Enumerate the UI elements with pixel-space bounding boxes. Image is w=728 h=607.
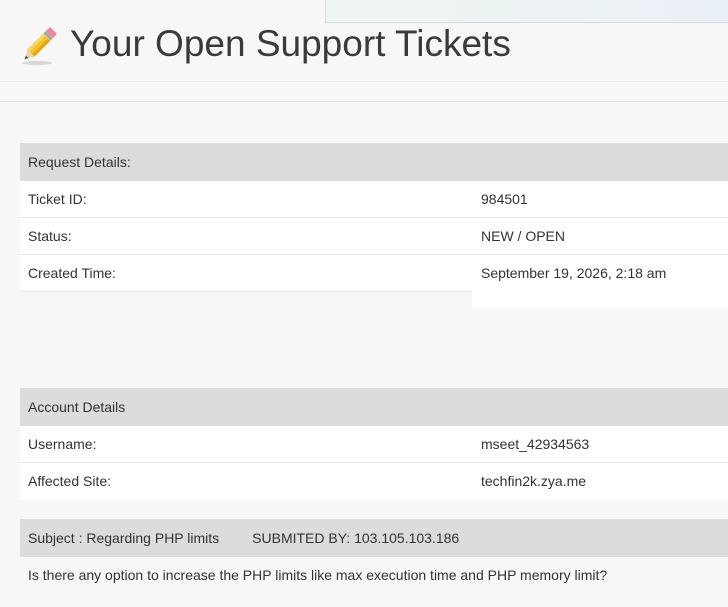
affected-site-row: Affected Site: techfin2k.zya.me	[20, 463, 728, 500]
account-details-header: Account Details	[20, 388, 728, 426]
status-label: Status:	[28, 228, 72, 244]
subject-text: Subject : Regarding PHP limits	[28, 530, 220, 546]
pencil-icon	[18, 26, 58, 66]
created-time-label: Created Time:	[28, 265, 116, 281]
submitted-by-text: SUBMITED BY: 103.105.103.186	[252, 530, 460, 546]
request-details-header: Request Details:	[20, 143, 728, 181]
created-time-value: September 19, 2026, 2:18 am	[481, 265, 667, 281]
subject-section: Subject : Regarding PHP limits SUBMITED B…	[20, 519, 728, 594]
subject-header: Subject : Regarding PHP limits SUBMITED B…	[20, 519, 728, 557]
status-value: NEW / OPEN	[481, 228, 566, 244]
ticket-id-label: Ticket ID:	[28, 191, 87, 207]
affected-site-value: techfin2k.zya.me	[481, 473, 587, 489]
ticket-id-row: Ticket ID: 984501	[20, 181, 728, 218]
account-details-section: Account Details Username: mseet_42934563…	[20, 388, 728, 500]
ticket-id-value: 984501	[481, 191, 528, 207]
created-time-row: Created Time: September 19, 2026, 2:18 a…	[20, 255, 728, 308]
request-details-section: Request Details: Ticket ID: 984501 Statu…	[20, 143, 728, 308]
title-divider	[0, 81, 728, 82]
affected-site-label: Affected Site:	[28, 473, 112, 489]
ticket-message: Is there any option to increase the PHP …	[20, 557, 728, 594]
username-row: Username: mseet_42934563	[20, 426, 728, 463]
status-row: Status: NEW / OPEN	[20, 218, 728, 255]
page-title: Your Open Support Tickets	[70, 23, 511, 64]
page-header: Your Open Support Tickets	[0, 0, 728, 102]
username-value: mseet_42934563	[481, 436, 590, 452]
username-label: Username:	[28, 436, 97, 452]
